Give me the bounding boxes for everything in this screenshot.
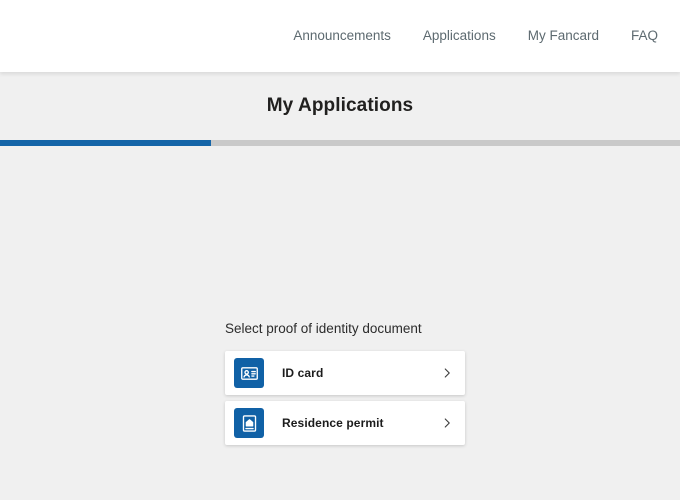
main-content: Select proof of identity document ID car…	[0, 146, 680, 500]
identity-document-selector: Select proof of identity document ID car…	[225, 321, 465, 451]
nav-item-my-fancard[interactable]: My Fancard	[528, 29, 599, 43]
option-label-residence-permit: Residence permit	[282, 416, 384, 431]
chevron-right-icon	[441, 367, 453, 379]
option-id-card[interactable]: ID card	[225, 351, 465, 396]
site-logo[interactable]	[22, 18, 272, 56]
option-label-id-card: ID card	[282, 366, 324, 381]
nav-item-applications[interactable]: Applications	[423, 29, 496, 43]
chevron-right-icon	[441, 417, 453, 429]
app-page: Announcements Applications My Fancard FA…	[0, 0, 680, 500]
residence-permit-icon	[234, 408, 264, 439]
nav-item-faq[interactable]: FAQ	[631, 29, 658, 43]
page-title: My Applications	[266, 95, 414, 116]
nav-item-announcements[interactable]: Announcements	[293, 29, 391, 43]
id-card-icon	[234, 358, 264, 389]
site-header: Announcements Applications My Fancard FA…	[0, 0, 680, 72]
option-residence-permit[interactable]: Residence permit	[225, 401, 465, 446]
main-navigation: Announcements Applications My Fancard FA…	[293, 29, 658, 43]
page-title-band: My Applications	[0, 72, 680, 140]
selector-heading: Select proof of identity document	[225, 321, 422, 336]
